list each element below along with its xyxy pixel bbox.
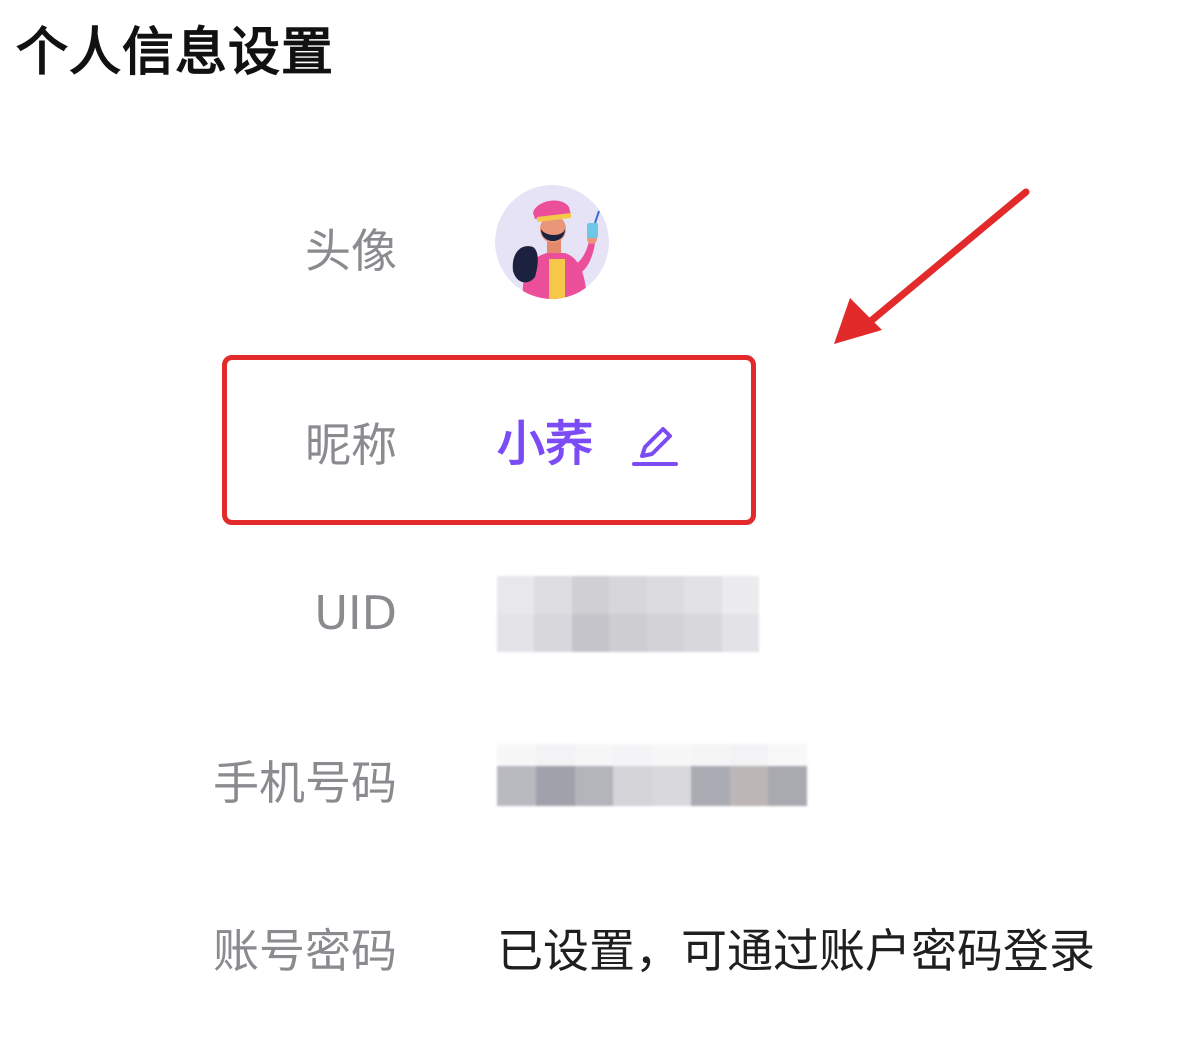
avatar-illustration-icon [495,185,609,299]
phone-value-redacted [497,744,807,806]
annotation-arrow-icon [834,188,1030,344]
avatar[interactable] [495,185,609,299]
pencil-edit-icon[interactable] [628,418,682,472]
nickname-label: 昵称 [305,418,397,472]
uid-value-redacted [497,576,759,652]
password-status: 已设置，可通过账户密码登录 [497,924,1095,978]
password-label: 账号密码 [213,924,397,978]
phone-label: 手机号码 [213,756,397,810]
uid-label: UID [314,586,397,640]
page-title: 个人信息设置 [16,23,335,83]
nickname-value: 小荞 [497,416,594,472]
avatar-label: 头像 [305,224,397,278]
